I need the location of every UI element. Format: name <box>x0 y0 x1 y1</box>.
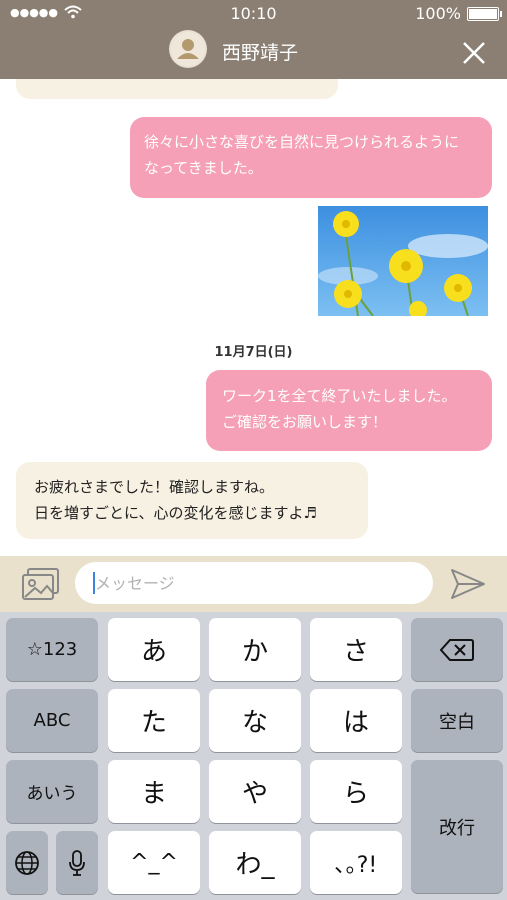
text-cursor <box>93 572 95 594</box>
chat-area[interactable]: 徐々に小さな喜びを自然に見つけられるように なってきました。 11月7日(日) … <box>0 79 507 556</box>
message-input-bar <box>0 556 507 612</box>
incoming-message: お疲れさまでした！確認しますね。 日を増すごとに、心の変化を感じますよ♬ <box>16 462 368 539</box>
close-button[interactable] <box>461 40 487 66</box>
key-ta[interactable]: た <box>108 689 200 752</box>
globe-key[interactable] <box>6 831 48 894</box>
key-ha[interactable]: は <box>310 689 402 752</box>
message-line: 徐々に小さな喜びを自然に見つけられるように <box>144 133 460 151</box>
date-separator: 11月7日(日) <box>214 345 293 360</box>
gallery-button[interactable] <box>20 566 62 602</box>
kana-key[interactable]: あいう <box>6 760 98 823</box>
key-na[interactable]: な <box>209 689 301 752</box>
message-line: なってきました。 <box>144 159 263 177</box>
key-ma[interactable]: ま <box>108 760 200 823</box>
close-icon <box>463 42 485 64</box>
battery-percent: 100% <box>415 4 461 23</box>
message-line: ワーク1を全て終了いたしました。 <box>222 387 457 405</box>
incoming-message-partial <box>16 79 338 99</box>
outgoing-message: 徐々に小さな喜びを自然に見つけられるように なってきました。 <box>130 117 492 198</box>
sent-photo[interactable] <box>318 206 488 316</box>
key-ka[interactable]: か <box>209 618 301 681</box>
flower-photo <box>318 206 488 316</box>
backspace-key[interactable] <box>411 618 503 681</box>
space-key[interactable]: 空白 <box>411 689 503 752</box>
return-key[interactable]: 改行 <box>411 760 503 893</box>
key-ya[interactable]: や <box>209 760 301 823</box>
key-a[interactable]: あ <box>108 618 200 681</box>
keyboard: ☆123 あ か さ ABC た な は 空白 あいう ま や ら 改行 ^_^… <box>0 612 507 900</box>
globe-icon <box>15 850 39 875</box>
avatar[interactable] <box>169 30 207 68</box>
message-line: お疲れさまでした！確認しますね。 <box>34 478 275 496</box>
gallery-icon <box>22 568 59 600</box>
battery-icon <box>467 6 502 21</box>
battery-indicator: 100% <box>415 4 502 23</box>
message-input[interactable] <box>75 562 433 604</box>
key-sa[interactable]: さ <box>310 618 402 681</box>
outgoing-message: ワーク1を全て終了いたしました。 ご確認をお願いします！ <box>206 370 492 451</box>
key-wa[interactable]: わ_ <box>209 831 301 894</box>
punctuation-key[interactable]: ､｡?! <box>310 831 402 894</box>
send-button[interactable] <box>448 566 488 602</box>
send-icon <box>451 569 485 599</box>
contact-name: 西野靖子 <box>222 42 299 64</box>
top-bar: ●●●●● 10:10 100% 西野靖子 <box>0 0 507 79</box>
abc-key[interactable]: ABC <box>6 689 98 752</box>
backspace-icon <box>440 638 474 661</box>
microphone-key[interactable] <box>56 831 98 894</box>
numbers-key[interactable]: ☆123 <box>6 618 98 681</box>
emoticon-key[interactable]: ^_^ <box>108 831 200 894</box>
key-ra[interactable]: ら <box>310 760 402 823</box>
message-line: ご確認をお願いします！ <box>222 413 388 431</box>
message-line: 日を増すごとに、心の変化を感じますよ♬ <box>34 504 317 522</box>
microphone-icon <box>69 849 85 876</box>
user-icon <box>171 32 205 66</box>
